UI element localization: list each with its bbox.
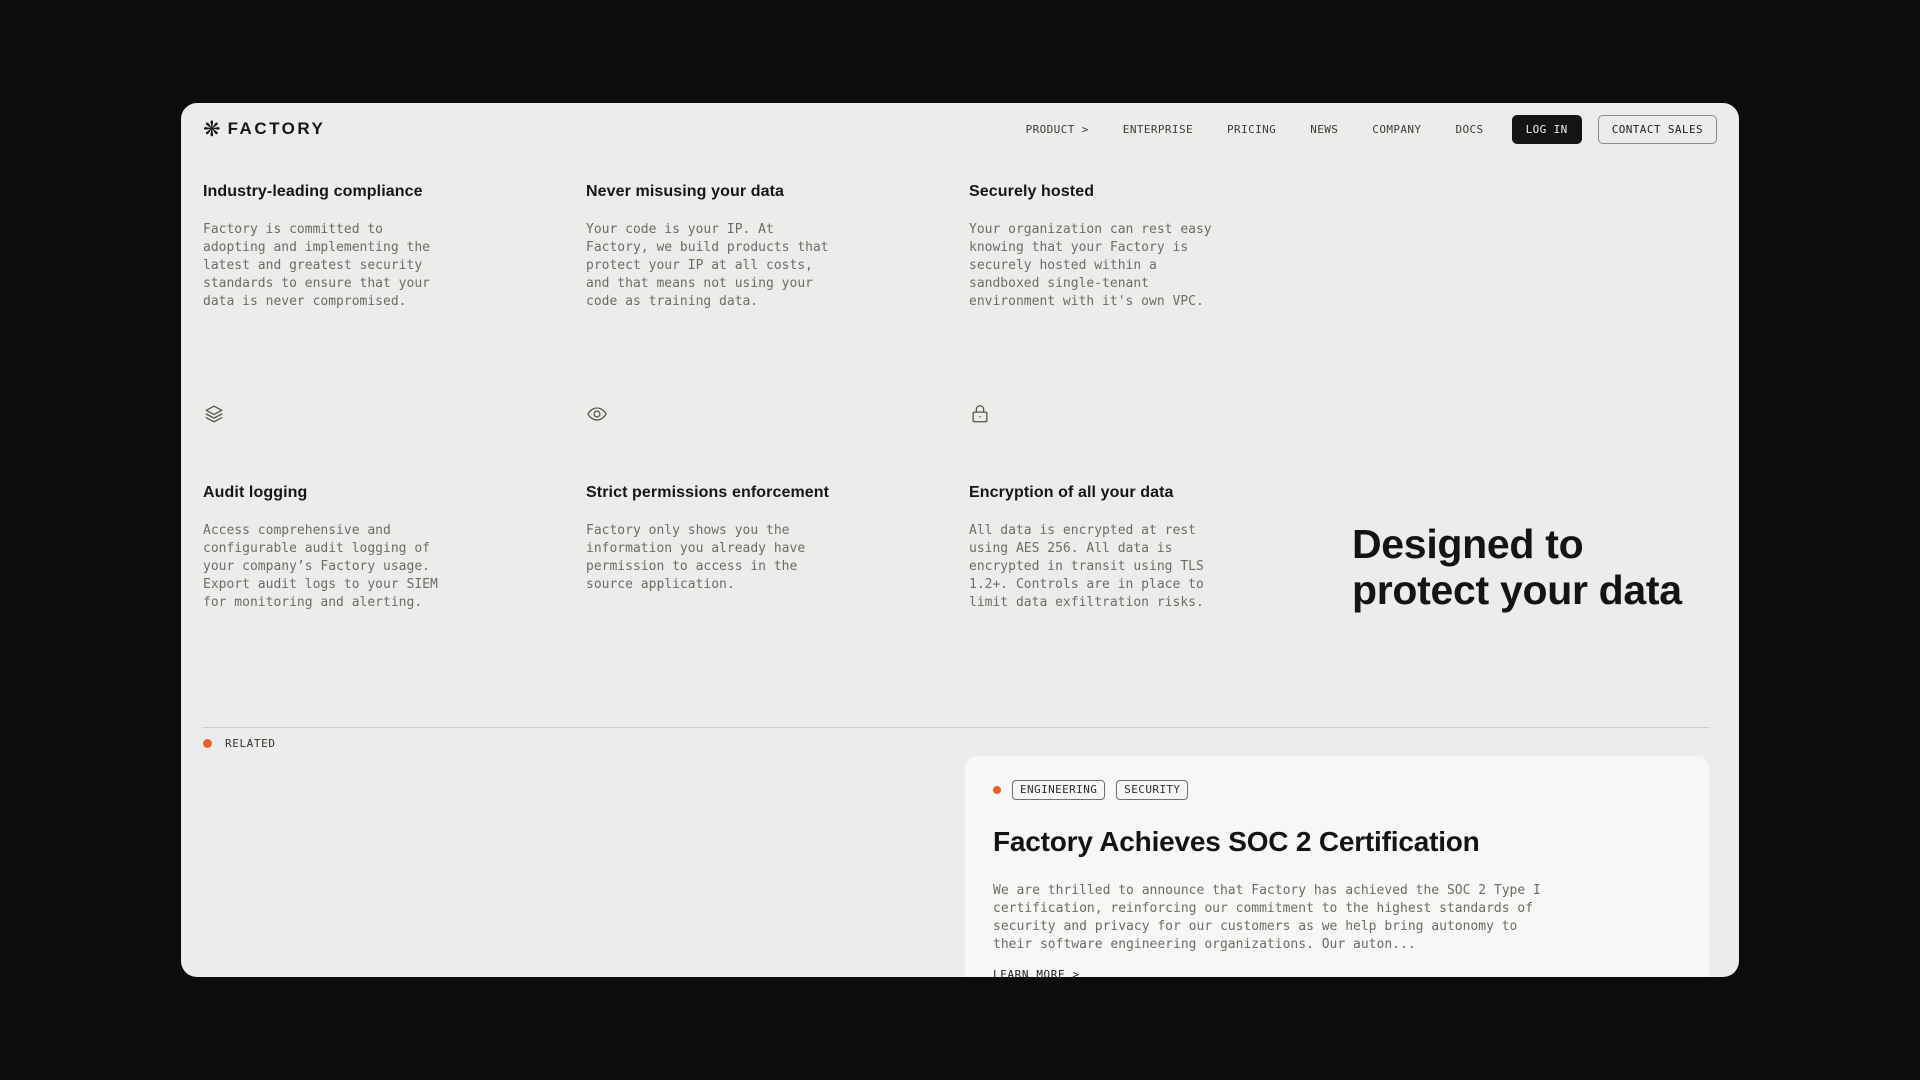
- contact-sales-button[interactable]: CONTACT SALES: [1598, 115, 1717, 144]
- lock-icon: [969, 403, 991, 425]
- log-in-button[interactable]: LOG IN: [1512, 115, 1582, 144]
- orange-dot-icon: [993, 786, 1001, 794]
- learn-more-link[interactable]: LEARN MORE >: [993, 968, 1080, 977]
- feature-title-encryption: Encryption of all your data: [969, 484, 1309, 502]
- nav-item-pricing[interactable]: PRICING: [1227, 123, 1276, 136]
- layers-icon: [203, 403, 225, 425]
- feature-body-compliance: Factory is committed to adopting and imp…: [203, 221, 449, 311]
- feature-title-never-misusing: Never misusing your data: [586, 183, 926, 201]
- post-tag-row: ENGINEERING SECURITY: [993, 780, 1681, 800]
- related-label-text: RELATED: [225, 737, 276, 750]
- related-divider: [203, 727, 1709, 728]
- tag-engineering[interactable]: ENGINEERING: [1012, 780, 1105, 800]
- factory-logo[interactable]: ❋ FACTORY: [203, 119, 325, 140]
- feature-body-audit-logging: Access comprehensive and configurable au…: [203, 522, 449, 612]
- feature-body-never-misusing: Your code is your IP. At Factory, we bui…: [586, 221, 832, 311]
- post-title: Factory Achieves SOC 2 Certification: [993, 826, 1681, 858]
- nav-item-news[interactable]: NEWS: [1310, 123, 1338, 136]
- eye-icon: [586, 403, 608, 425]
- post-excerpt: We are thrilled to announce that Factory…: [993, 882, 1553, 954]
- feature-body-securely-hosted: Your organization can rest easy knowing …: [969, 221, 1215, 311]
- related-label: RELATED: [203, 737, 276, 750]
- feature-body-encryption: All data is encrypted at rest using AES …: [969, 522, 1215, 612]
- related-post-card[interactable]: ENGINEERING SECURITY Factory Achieves SO…: [965, 756, 1709, 977]
- nav-item-product[interactable]: PRODUCT >: [1026, 123, 1089, 136]
- nav-item-enterprise[interactable]: ENTERPRISE: [1123, 123, 1193, 136]
- factory-logo-icon: ❋: [203, 119, 221, 140]
- main-nav: PRODUCT > ENTERPRISE PRICING NEWS COMPAN…: [1026, 115, 1717, 144]
- section-heading: Designed to protect your data: [1352, 521, 1687, 614]
- feature-title-compliance: Industry-leading compliance: [203, 183, 543, 201]
- site-content-card: ❋ FACTORY PRODUCT > ENTERPRISE PRICING N…: [181, 103, 1739, 977]
- feature-title-securely-hosted: Securely hosted: [969, 183, 1309, 201]
- nav-item-docs[interactable]: DOCS: [1455, 123, 1483, 136]
- orange-dot-icon: [203, 739, 212, 748]
- tag-security[interactable]: SECURITY: [1116, 780, 1188, 800]
- factory-logo-text: FACTORY: [228, 119, 326, 139]
- nav-item-company[interactable]: COMPANY: [1372, 123, 1421, 136]
- feature-title-permissions: Strict permissions enforcement: [586, 484, 926, 502]
- site-header: ❋ FACTORY PRODUCT > ENTERPRISE PRICING N…: [203, 103, 1717, 155]
- feature-body-permissions: Factory only shows you the information y…: [586, 522, 832, 594]
- feature-title-audit-logging: Audit logging: [203, 484, 543, 502]
